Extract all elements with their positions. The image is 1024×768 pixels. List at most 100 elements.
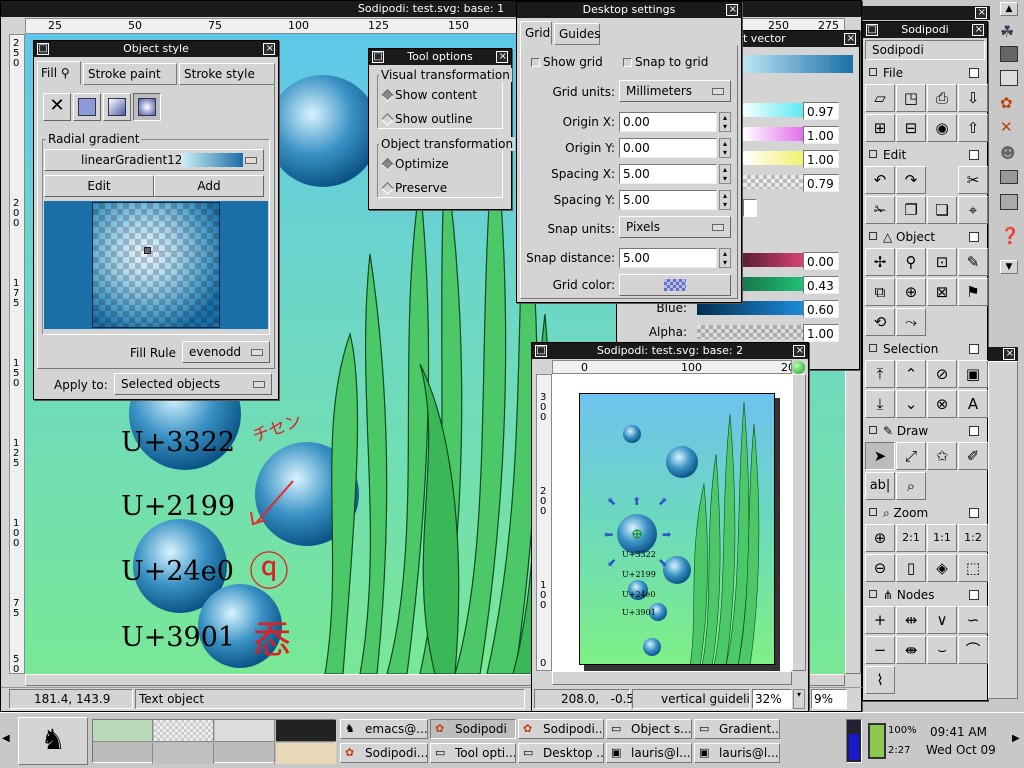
object-style-titlebar[interactable]: Object style [34, 41, 278, 57]
origin-y-input[interactable]: 0.00 [619, 138, 717, 158]
collapse-icon[interactable] [969, 344, 979, 354]
lower-to-bottom-icon[interactable]: ⤓ [865, 390, 895, 418]
workspace-pager[interactable] [92, 719, 336, 764]
text-style-icon[interactable]: A [958, 390, 988, 418]
task-terminal-1[interactable]: ▣ lauris@l... [606, 743, 692, 763]
color-slider-yellow[interactable] [743, 151, 809, 165]
preserve-label[interactable]: Preserve [395, 181, 447, 195]
save-icon[interactable]: ⇩ [958, 84, 988, 112]
task-desktop-settings[interactable]: ▭ Desktop ... [518, 743, 604, 763]
tab-guides[interactable]: Guides [554, 23, 601, 45]
print-icon[interactable]: ⎙ [927, 84, 957, 112]
close-icon[interactable]: × [496, 51, 508, 63]
collapse-icon[interactable] [969, 508, 979, 518]
rotate-icon[interactable]: ⟲ [865, 308, 895, 336]
color-slider-alpha2[interactable] [697, 325, 809, 339]
zoom-section-header[interactable]: ⌕ Zoom [865, 504, 985, 522]
color-slider-blue[interactable] [697, 301, 809, 315]
gv-value-3[interactable]: 1.00 [803, 150, 839, 168]
canvas-text-u3901[interactable]: U+3901 [121, 622, 235, 653]
gv-red-value[interactable]: 0.00 [803, 252, 839, 270]
delete-icon[interactable]: ✂ [958, 166, 988, 194]
zoom-page-icon[interactable]: ▯ [896, 554, 926, 582]
paint-linear-gradient-button[interactable] [103, 93, 131, 121]
pager-workspace[interactable] [215, 743, 275, 764]
toolbox-titlebar[interactable]: Sodipodi [863, 22, 987, 38]
selection-section-header[interactable]: Selection [865, 340, 985, 358]
task-emacs[interactable]: ♞ emacs@... [340, 719, 428, 739]
pager-workspace[interactable] [93, 720, 153, 742]
close-icon[interactable]: × [844, 33, 856, 45]
panel-left-arrow-icon[interactable]: ◀ [2, 733, 10, 744]
canvas-text-u3322[interactable]: U+3322 [121, 427, 235, 458]
close-icon[interactable]: × [972, 24, 984, 36]
flip-icon[interactable]: ✢ [865, 248, 895, 276]
object-section-header[interactable]: △ Object [865, 228, 985, 246]
origin-x-spinner[interactable]: ▴ ▾ [719, 112, 731, 132]
close-icon[interactable]: × [1003, 348, 1015, 360]
add-gradient-button[interactable]: Add [154, 175, 264, 197]
monitor-launcher-icon[interactable] [1000, 70, 1018, 86]
color-slider-magenta[interactable] [743, 127, 809, 141]
window-menu-icon[interactable]: □ [866, 24, 878, 36]
pager-workspace[interactable] [154, 743, 214, 764]
zoom-drawing-icon[interactable]: ◈ [927, 554, 957, 582]
copy-icon[interactable]: ❐ [896, 196, 926, 224]
select-arrow-icon[interactable]: ➤ [865, 442, 895, 470]
freehand-tool-icon[interactable]: ✐ [958, 442, 988, 470]
snap-to-grid-checkbox[interactable] [623, 58, 632, 67]
insert-node-icon[interactable]: + [865, 606, 895, 634]
node-tool-icon[interactable]: ⤢ [896, 442, 926, 470]
snap-to-grid-label[interactable]: Snap to grid [635, 55, 708, 69]
window-menu-icon[interactable]: □ [535, 345, 547, 357]
apply-to-select[interactable]: Selected objects [114, 373, 272, 395]
canvas-text-u24e0[interactable]: U+24e0 [121, 556, 234, 587]
spacing-x-spinner[interactable]: ▴ ▾ [719, 164, 731, 184]
close-icon[interactable]: × [263, 43, 275, 55]
task-sodipodi-2[interactable]: ✿ Sodipodi... [518, 719, 604, 739]
star-tool-icon[interactable]: ✩ [927, 442, 957, 470]
pager-workspace[interactable] [276, 743, 336, 764]
snap-units-select[interactable]: Pixels [619, 216, 731, 238]
collapse-icon[interactable] [969, 590, 979, 600]
make-line-icon[interactable]: ⌣ [927, 636, 957, 664]
make-curve-icon[interactable]: ⌒ [958, 636, 988, 664]
terminal-launcher-icon[interactable] [1000, 46, 1018, 62]
node-edit-icon[interactable]: ⤳ [896, 308, 926, 336]
gv-value-1[interactable]: 0.97 [803, 102, 839, 120]
show-outline-label[interactable]: Show outline [395, 112, 473, 126]
group-icon[interactable]: ⧉ [865, 278, 895, 306]
undo-icon[interactable]: ↶ [865, 166, 895, 194]
snap-distance-input[interactable]: 5.00 [619, 248, 717, 268]
vertical-ruler[interactable]: 2 5 0 2 0 0 1 7 5 1 5 0 1 2 5 1 0 0 7 5 … [9, 34, 25, 674]
spacing-x-input[interactable]: 5.00 [619, 164, 717, 184]
gv-blue-value[interactable]: 0.60 [803, 300, 839, 318]
origin-x-input[interactable]: 0.00 [619, 112, 717, 132]
make-smooth-icon[interactable]: ∽ [958, 606, 988, 634]
gradient-center-handle[interactable] [144, 247, 151, 254]
zoom-in-icon[interactable]: ⊕ [865, 524, 895, 552]
disk-launcher-icon[interactable] [1000, 194, 1018, 210]
gv-alpha-value[interactable]: 1.00 [803, 324, 839, 342]
ungroup-icon[interactable]: ⊠ [927, 278, 957, 306]
import-icon[interactable]: ⊞ [865, 114, 895, 142]
align-icon[interactable]: ⊡ [927, 248, 957, 276]
show-grid-checkbox[interactable] [531, 58, 540, 67]
collapse-icon[interactable] [969, 426, 979, 436]
grid-color-button[interactable] [619, 274, 731, 296]
desktop-settings-titlebar[interactable]: Desktop settings [517, 2, 741, 18]
fill-rule-select[interactable]: evenodd [182, 341, 270, 363]
clock-time[interactable]: 09:41 AM [930, 725, 987, 739]
center-icon[interactable]: ⊕ [896, 278, 926, 306]
task-terminal-2[interactable]: ▣ lauris@l... [694, 743, 780, 763]
tab-stroke-style[interactable]: Stroke style [179, 63, 275, 85]
zoom-tool-icon[interactable]: ⌕ [896, 472, 926, 500]
side-window-bar[interactable]: × [988, 347, 1018, 361]
flag-icon[interactable]: ⚑ [958, 278, 988, 306]
second-vertical-scrollbar[interactable] [792, 374, 806, 671]
second-window-titlebar[interactable]: Sodipodi: test.svg: base: 2 [532, 343, 808, 359]
close-icon[interactable]: × [726, 4, 738, 16]
lower-icon[interactable]: ⌄ [896, 390, 926, 418]
edit-section-header[interactable]: Edit [865, 146, 985, 164]
zoom-1-1-icon[interactable]: 1:1 [927, 524, 957, 552]
